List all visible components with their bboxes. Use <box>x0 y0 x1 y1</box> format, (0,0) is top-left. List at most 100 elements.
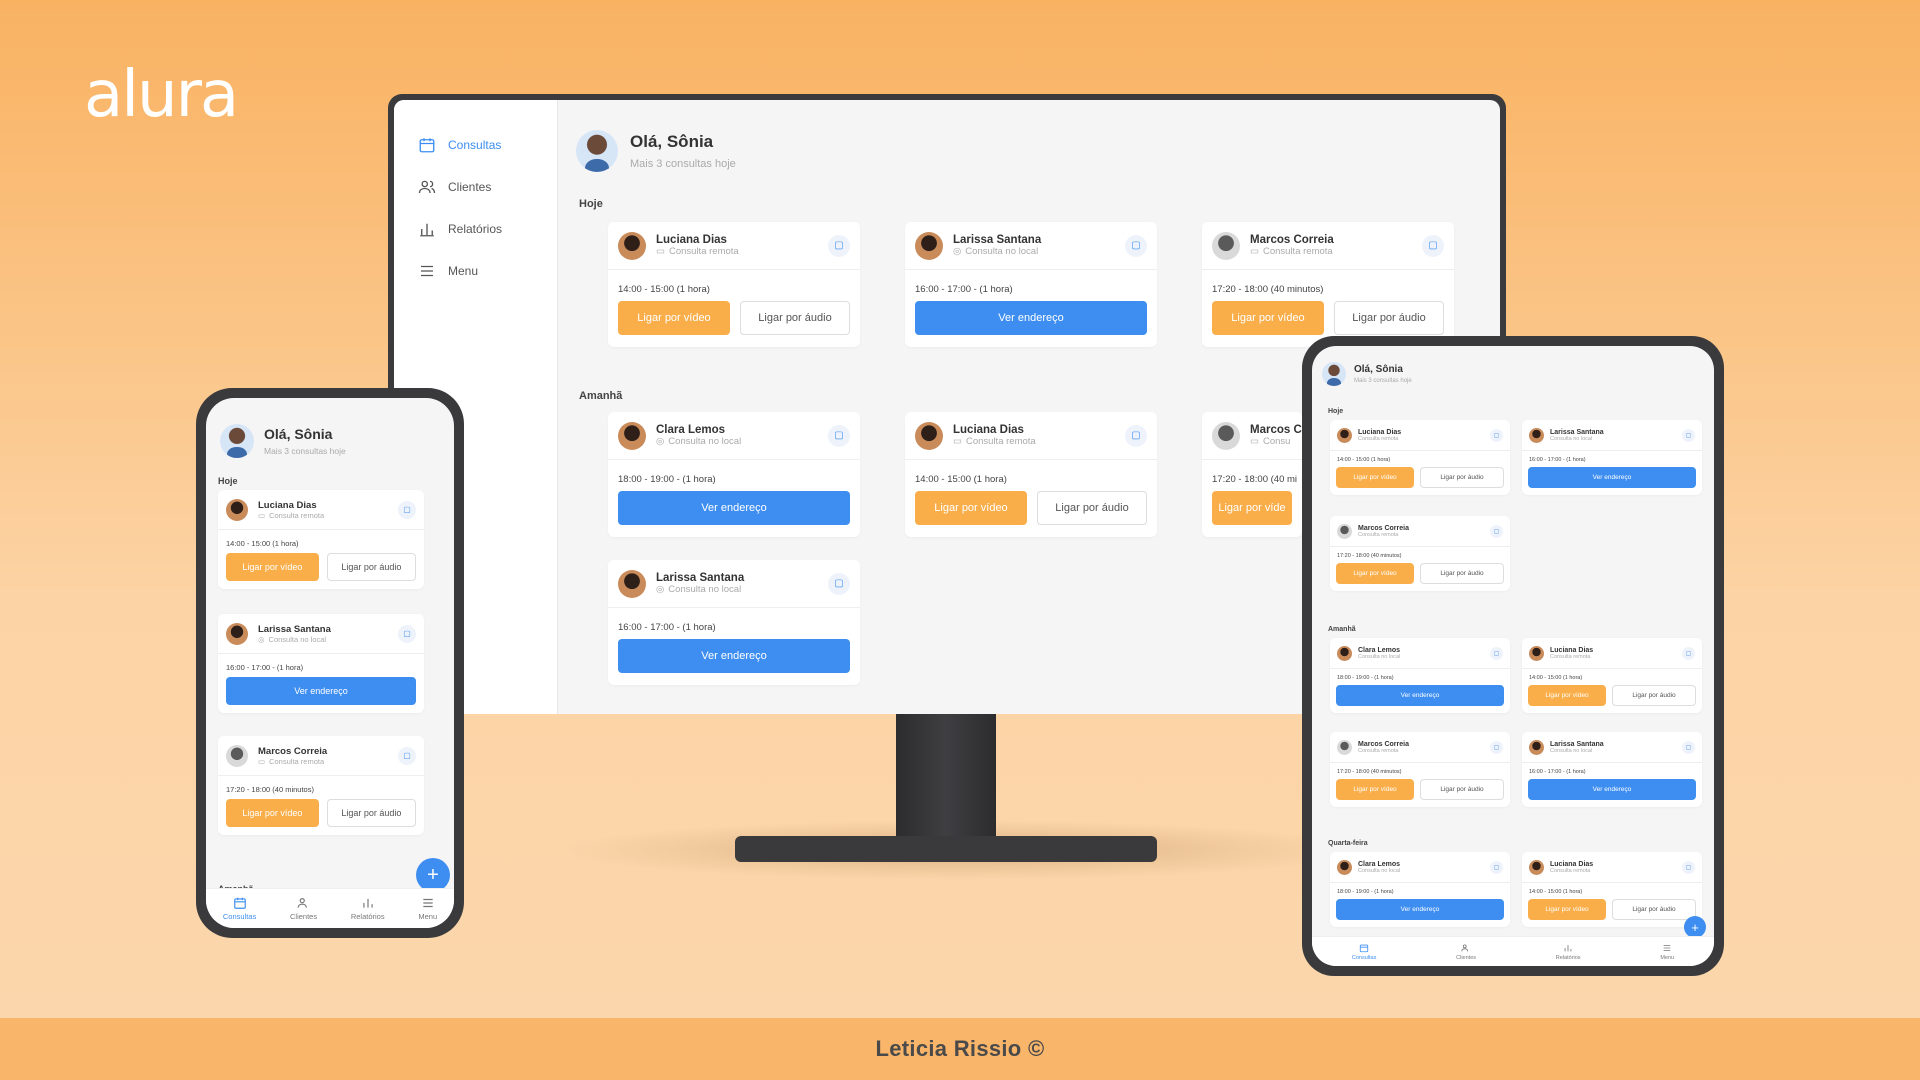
video-call-button[interactable]: Ligar por vídeo <box>1336 467 1414 488</box>
chat-icon[interactable]: ▢ <box>1682 740 1695 754</box>
audio-call-button[interactable]: Ligar por áudio <box>740 301 850 335</box>
audio-call-button[interactable]: Ligar por áudio <box>1612 899 1696 920</box>
address-button[interactable]: Ver endereço <box>618 639 850 673</box>
appointment-time: 16:00 - 17:00 - (1 hora) <box>226 663 304 672</box>
greeting-header: Olá, Sônia Mais 3 consultas hoje <box>1322 362 1412 386</box>
appointment-time: 16:00 - 17:00 - (1 hora) <box>1529 457 1586 463</box>
chat-icon[interactable]: ▢ <box>1125 234 1147 257</box>
sidebar-item-label: Menu <box>448 264 479 278</box>
appointment-type: Consulta no local <box>1358 653 1401 660</box>
chat-icon[interactable]: ▢ <box>398 746 416 765</box>
appointment-type: Consulta no local <box>1550 747 1593 754</box>
calendar-icon <box>1359 944 1369 952</box>
chat-icon[interactable]: ▢ <box>1490 740 1503 754</box>
chat-icon[interactable]: ▢ <box>1422 234 1444 257</box>
video-call-button[interactable]: Ligar por vídeo <box>1336 563 1414 584</box>
avatar[interactable] <box>220 424 254 458</box>
video-call-button[interactable]: Ligar por vídeo <box>915 491 1027 525</box>
nav-consultas[interactable]: Consultas <box>1352 943 1376 961</box>
appointment-card: Clara Lemos Consulta no local ▢ 18:00 - 1… <box>1330 638 1510 713</box>
avatar[interactable] <box>576 130 618 172</box>
chat-icon[interactable]: ▢ <box>828 572 850 595</box>
patient-name: Marcos Correia <box>1358 740 1409 748</box>
audio-call-button[interactable]: Ligar por áudio <box>1037 491 1147 525</box>
nav-menu[interactable]: Menu <box>418 896 437 921</box>
appointment-time: 14:00 - 15:00 (1 hora) <box>915 474 1007 485</box>
address-button[interactable]: Ver endereço <box>1528 779 1696 800</box>
sidebar-item-menu[interactable]: Menu <box>394 250 557 292</box>
appointment-time: 14:00 - 15:00 (1 hora) <box>1529 889 1583 895</box>
video-call-button[interactable]: Ligar por vídeo <box>1336 779 1414 800</box>
appointment-time: 17:20 - 18:00 (40 mi <box>1212 474 1298 485</box>
nav-menu[interactable]: Menu <box>1660 943 1674 961</box>
chat-icon[interactable]: ▢ <box>398 500 416 519</box>
audio-call-button[interactable]: Ligar por áudio <box>1334 301 1444 335</box>
chat-icon[interactable]: ▢ <box>1490 646 1503 660</box>
chat-icon[interactable]: ▢ <box>1682 860 1695 874</box>
appointment-card: Marcos Correia Consulta remota ▢ 17:20 - … <box>1330 516 1510 591</box>
appointment-card: Luciana Dias ▭ Consulta remota ▢ 14:00 - … <box>905 412 1157 537</box>
chat-icon[interactable]: ▢ <box>398 624 416 643</box>
greeting-header: Olá, Sônia Mais 3 consultas hoje <box>220 424 346 458</box>
chat-icon[interactable]: ▢ <box>1490 428 1503 442</box>
address-button[interactable]: Ver endereço <box>1336 685 1504 706</box>
location-pin-icon: ◎ <box>258 634 265 644</box>
video-call-button[interactable]: Ligar por vídeo <box>226 799 319 827</box>
sidebar-item-relatorios[interactable]: Relatórios <box>394 208 557 250</box>
chat-icon[interactable]: ▢ <box>828 424 850 447</box>
audio-call-button[interactable]: Ligar por áudio <box>326 553 416 581</box>
add-button[interactable]: + <box>416 858 450 892</box>
address-button[interactable]: Ver endereço <box>226 677 416 705</box>
appointment-type: Consulta remota <box>965 436 1036 447</box>
audio-call-button[interactable]: Ligar por áudio <box>326 799 416 827</box>
appointment-card: Marcos Correia ▭ Consulta remota ▢ 17:20 … <box>218 736 424 835</box>
users-icon <box>1461 943 1469 951</box>
sidebar-item-consultas[interactable]: Consultas <box>394 124 557 166</box>
avatar[interactable] <box>1322 362 1346 386</box>
menu-icon <box>423 898 433 908</box>
sidebar-item-label: Relatórios <box>448 222 503 236</box>
patient-name: Clara Lemos <box>1358 646 1401 654</box>
tablet-device: Olá, Sônia Mais 3 consultas hoje Hoje Lu… <box>1302 336 1724 976</box>
sidebar-item-clientes[interactable]: Clientes <box>394 166 557 208</box>
appointment-time: 16:00 - 17:00 - (1 hora) <box>915 284 1013 295</box>
nav-relatorios[interactable]: Relatórios <box>351 896 385 921</box>
nav-clientes[interactable]: Clientes <box>1456 943 1476 961</box>
video-call-button[interactable]: Ligar por víde <box>1212 491 1292 525</box>
address-button[interactable]: Ver endereço <box>618 491 850 525</box>
greeting-title: Olá, Sônia <box>630 132 714 151</box>
alura-logo: alura <box>84 58 239 132</box>
address-button[interactable]: Ver endereço <box>1336 899 1504 920</box>
nav-relatorios[interactable]: Relatórios <box>1556 943 1581 961</box>
nav-label: Relatórios <box>1555 954 1581 961</box>
appointment-type: Consulta remota <box>1550 867 1591 874</box>
appointment-time: 16:00 - 17:00 - (1 hora) <box>618 622 716 633</box>
location-pin-icon: ◎ <box>656 436 665 447</box>
section-today: Hoje <box>579 198 603 210</box>
audio-call-button[interactable]: Ligar por áudio <box>1420 563 1504 584</box>
video-call-button[interactable]: Ligar por vídeo <box>1212 301 1324 335</box>
patient-name: Larissa Santana <box>258 623 331 635</box>
address-button[interactable]: Ver endereço <box>1528 467 1696 488</box>
chat-icon[interactable]: ▢ <box>828 234 850 257</box>
add-button[interactable]: + <box>1684 916 1706 938</box>
video-call-button[interactable]: Ligar por vídeo <box>1528 685 1606 706</box>
audio-call-button[interactable]: Ligar por áudio <box>1420 779 1504 800</box>
audio-call-button[interactable]: Ligar por áudio <box>1420 467 1504 488</box>
bottom-navbar: Consultas Clientes Relatórios Menu <box>1312 936 1714 966</box>
chat-icon[interactable]: ▢ <box>1490 524 1503 538</box>
chat-icon[interactable]: ▢ <box>1682 428 1695 442</box>
nav-clientes[interactable]: Clientes <box>290 896 317 921</box>
video-call-button[interactable]: Ligar por vídeo <box>1528 899 1606 920</box>
chat-icon[interactable]: ▢ <box>1490 860 1503 874</box>
address-button[interactable]: Ver endereço <box>915 301 1147 335</box>
audio-call-button[interactable]: Ligar por áudio <box>1612 685 1696 706</box>
chat-icon[interactable]: ▢ <box>1682 646 1695 660</box>
patient-avatar <box>226 498 248 521</box>
nav-consultas[interactable]: Consultas <box>223 896 256 921</box>
patient-name: Clara Lemos <box>656 424 726 436</box>
appointment-type: Consulta remota <box>269 510 325 520</box>
chat-icon[interactable]: ▢ <box>1125 424 1147 447</box>
video-call-button[interactable]: Ligar por vídeo <box>226 553 319 581</box>
video-call-button[interactable]: Ligar por vídeo <box>618 301 730 335</box>
